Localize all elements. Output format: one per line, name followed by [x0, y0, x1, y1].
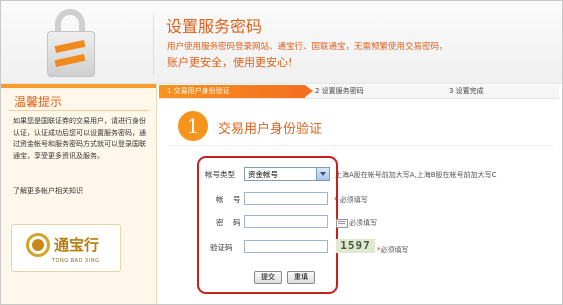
- account-type-label: 帐号类型: [205, 170, 235, 179]
- chevron-down-icon[interactable]: [316, 168, 329, 180]
- page-title: 设置服务密码: [166, 17, 263, 36]
- progress-steps: 1 交易用户身份验证 2 设置服务密码 3 设置完成: [159, 85, 559, 99]
- account-type-select[interactable]: 资金帐号: [244, 167, 330, 181]
- page-header: 设置服务密码 用户使用服务密码登录网站、通宝行、国联通宝，无需频繁使用交易密码，…: [1, 1, 562, 84]
- step-2: 2 设置服务密码: [315, 87, 364, 95]
- captcha-label: 验证码: [210, 243, 233, 252]
- captcha-input[interactable]: [244, 240, 328, 253]
- submit-button[interactable]: 提交: [254, 271, 282, 284]
- password-input[interactable]: [244, 215, 328, 228]
- step-1: 1 交易用户身份验证: [167, 87, 230, 95]
- account-hint: * 必须填写: [334, 196, 368, 204]
- sidebar-accent-bar: [1, 84, 156, 88]
- lock-icon: [41, 7, 101, 79]
- header-divider: [153, 15, 154, 75]
- tips-title: 温馨提示: [14, 95, 63, 109]
- logo-subtitle: TONG BAO XING: [52, 258, 100, 264]
- sidebar: 温馨提示 如果您是国联证券的交易用户，请进行身份认证，认证成功后您可以设置服务密…: [1, 84, 157, 304]
- step-arrow: [305, 85, 313, 97]
- page-slogan: 账户更安全，使用更安心!: [167, 56, 293, 69]
- account-type-hint: 上海A股在帐号前加大写A,上海B股在帐号前加大写C: [335, 171, 497, 179]
- account-knowledge-link[interactable]: 了解更多帐户相关知识: [13, 186, 83, 196]
- captcha-hint: *必须填写: [377, 246, 409, 254]
- step-3: 3 设置完成: [449, 87, 484, 95]
- page-frame: 设置服务密码 用户使用服务密码登录网站、通宝行、国联通宝，无需频繁使用交易密码，…: [0, 0, 563, 305]
- account-label: 帐 号: [216, 195, 241, 204]
- password-hint: 必须填写: [349, 219, 377, 227]
- tongbaoxing-logo: 通宝行 TONG BAO XING: [11, 224, 121, 272]
- section-title: 交易用户身份验证: [218, 122, 323, 137]
- step-number-badge: 1: [178, 111, 208, 141]
- tips-divider: [9, 110, 149, 111]
- reset-button[interactable]: 重填: [287, 271, 315, 284]
- captcha-image[interactable]: 1597: [336, 239, 375, 253]
- password-label: 密 码: [216, 218, 241, 227]
- keyboard-icon[interactable]: [336, 219, 348, 228]
- page-subtitle: 用户使用服务密码登录网站、通宝行、国联通宝，无需频繁使用交易密码，: [167, 42, 448, 52]
- logo-name: 通宝行: [54, 236, 100, 254]
- account-input[interactable]: [244, 192, 328, 205]
- account-type-value: 资金帐号: [248, 170, 278, 179]
- tips-body: 如果您是国联证券的交易用户，请进行身份认证，认证成功后您可以设置服务密码，通过资…: [13, 117, 146, 160]
- section-divider: [169, 145, 554, 146]
